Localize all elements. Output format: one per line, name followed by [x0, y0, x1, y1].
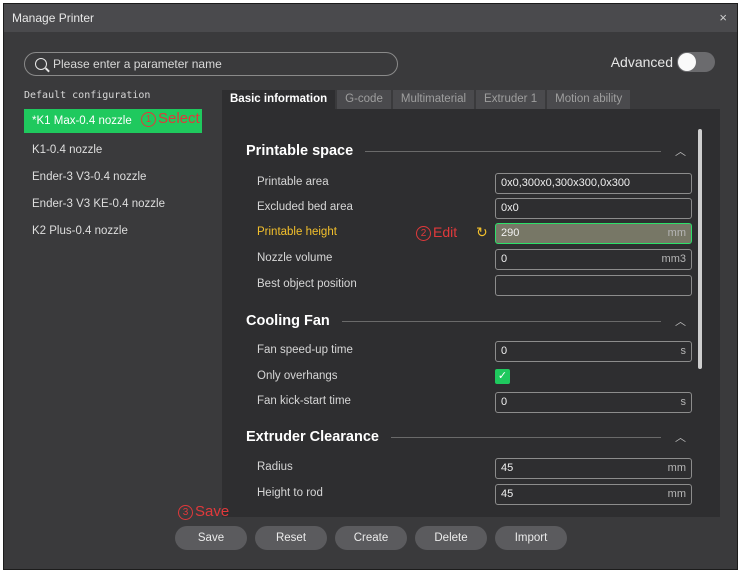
row-printable-height: Printable height ↻ 290 mm: [257, 223, 692, 244]
tab-basic-information[interactable]: Basic information: [222, 90, 336, 109]
excluded-bed-area-field[interactable]: 0x0: [495, 198, 692, 219]
field-label: Fan kick-start time: [257, 395, 351, 407]
field-value: 0: [501, 253, 508, 265]
annotation-text: Select: [158, 110, 200, 127]
height-to-rod-field[interactable]: 45 mm: [495, 484, 692, 505]
search-input[interactable]: [53, 57, 383, 71]
advanced-toggle[interactable]: [677, 52, 715, 72]
reset-icon[interactable]: ↻: [476, 224, 488, 241]
section-cooling-fan[interactable]: Cooling Fan ︿: [246, 313, 686, 329]
printable-area-field[interactable]: 0x0,300x0,300x300,0x300: [495, 173, 692, 194]
field-value: 0: [501, 396, 508, 408]
row-printable-area: Printable area 0x0,300x0,300x300,0x300: [257, 173, 692, 194]
field-label: Best object position: [257, 278, 357, 290]
annotation-edit: 2 Edit: [416, 224, 457, 241]
unit-label: mm: [667, 462, 686, 474]
row-radius: Radius 45 mm: [257, 458, 692, 479]
delete-button[interactable]: Delete: [415, 526, 487, 550]
save-button[interactable]: Save: [175, 526, 247, 550]
field-value: 0: [501, 345, 508, 357]
field-label: Nozzle volume: [257, 252, 333, 264]
chevron-up-icon[interactable]: ︿: [675, 429, 686, 445]
section-title: Extruder Clearance: [246, 429, 379, 445]
row-excluded-bed-area: Excluded bed area 0x0: [257, 198, 692, 219]
chevron-up-icon[interactable]: ︿: [675, 313, 686, 329]
chevron-up-icon[interactable]: ︿: [675, 143, 686, 159]
printer-item-ender-3-v3-ke[interactable]: Ender-3 V3 KE-0.4 nozzle: [24, 191, 224, 218]
section-divider: [341, 320, 661, 322]
field-label: Radius: [257, 461, 293, 473]
annotation-number: 2: [416, 226, 431, 241]
field-value: 45: [501, 488, 514, 500]
section-printable-space[interactable]: Printable space ︿: [246, 143, 686, 159]
row-height-to-rod: Height to rod 45 mm: [257, 484, 692, 505]
printer-item-k1[interactable]: K1-0.4 nozzle: [24, 137, 224, 164]
close-icon[interactable]: ×: [719, 10, 727, 25]
unit-label: mm: [667, 488, 686, 500]
fan-speed-up-time-field[interactable]: 0 s: [495, 341, 692, 362]
unit-label: mm: [667, 227, 686, 239]
unit-label: s: [680, 345, 687, 357]
manage-printer-window: Manage Printer × Advanced Default config…: [3, 3, 738, 570]
section-title: Printable space: [246, 143, 354, 159]
printer-item-ender-3-v3[interactable]: Ender-3 V3-0.4 nozzle: [24, 164, 224, 191]
row-best-object-position: Best object position: [257, 275, 692, 296]
reset-button[interactable]: Reset: [255, 526, 327, 550]
annotation-text: Save: [195, 503, 230, 520]
advanced-toggle-group: Advanced: [611, 52, 715, 72]
action-buttons: Save Reset Create Delete Import: [175, 526, 567, 550]
panel-scrollbar[interactable]: [698, 129, 702, 369]
annotation-text: Edit: [433, 224, 458, 240]
field-label: Fan speed-up time: [257, 344, 353, 356]
toggle-knob: [678, 53, 696, 71]
settings-panel: Printable space ︿ Printable area 0x0,300…: [222, 109, 720, 517]
printable-height-field[interactable]: 290 mm: [495, 223, 692, 244]
section-title: Cooling Fan: [246, 313, 330, 329]
best-object-position-field[interactable]: [495, 275, 692, 296]
title-bar: Manage Printer ×: [4, 4, 737, 32]
section-extruder-clearance[interactable]: Extruder Clearance ︿: [246, 429, 686, 445]
field-label: Excluded bed area: [257, 201, 353, 213]
field-label: Printable area: [257, 176, 329, 188]
only-overhangs-checkbox[interactable]: ✓: [495, 369, 510, 384]
field-label: Height to rod: [257, 487, 323, 499]
create-button[interactable]: Create: [335, 526, 407, 550]
section-divider: [365, 150, 661, 152]
default-configuration-heading: Default configuration: [24, 90, 151, 101]
printer-item-k2-plus[interactable]: K2 Plus-0.4 nozzle: [24, 218, 224, 245]
search-icon: [35, 58, 47, 70]
nozzle-volume-field[interactable]: 0 mm3: [495, 249, 692, 270]
section-divider: [390, 436, 661, 438]
annotation-select: 1 Select: [141, 110, 200, 127]
field-value: 45: [501, 462, 514, 474]
parameter-search[interactable]: [24, 52, 398, 76]
field-label: Printable height: [257, 226, 337, 238]
radius-field[interactable]: 45 mm: [495, 458, 692, 479]
tab-g-code[interactable]: G-code: [337, 90, 391, 109]
row-fan-kick-start-time: Fan kick-start time 0 s: [257, 392, 692, 413]
row-only-overhangs: Only overhangs ✓: [257, 367, 692, 388]
row-nozzle-volume: Nozzle volume 0 mm3: [257, 249, 692, 270]
settings-tabs: Basic information G-code Multimaterial E…: [222, 90, 632, 109]
unit-label: mm3: [661, 253, 686, 265]
annotation-number: 1: [141, 112, 156, 127]
tab-motion-ability[interactable]: Motion ability: [547, 90, 631, 109]
field-label: Only overhangs: [257, 370, 338, 382]
advanced-label: Advanced: [610, 54, 673, 70]
annotation-number: 3: [178, 505, 193, 520]
row-fan-speed-up-time: Fan speed-up time 0 s: [257, 341, 692, 362]
unit-label: s: [680, 396, 687, 408]
field-value: 290: [501, 227, 520, 239]
fan-kick-start-time-field[interactable]: 0 s: [495, 392, 692, 413]
import-button[interactable]: Import: [495, 526, 567, 550]
printer-list: *K1 Max-0.4 nozzle K1-0.4 nozzle Ender-3…: [24, 109, 224, 245]
window-title: Manage Printer: [12, 11, 95, 25]
tab-multimaterial[interactable]: Multimaterial: [392, 90, 475, 109]
annotation-save: 3 Save: [178, 503, 229, 520]
tab-extruder-1[interactable]: Extruder 1: [476, 90, 546, 109]
